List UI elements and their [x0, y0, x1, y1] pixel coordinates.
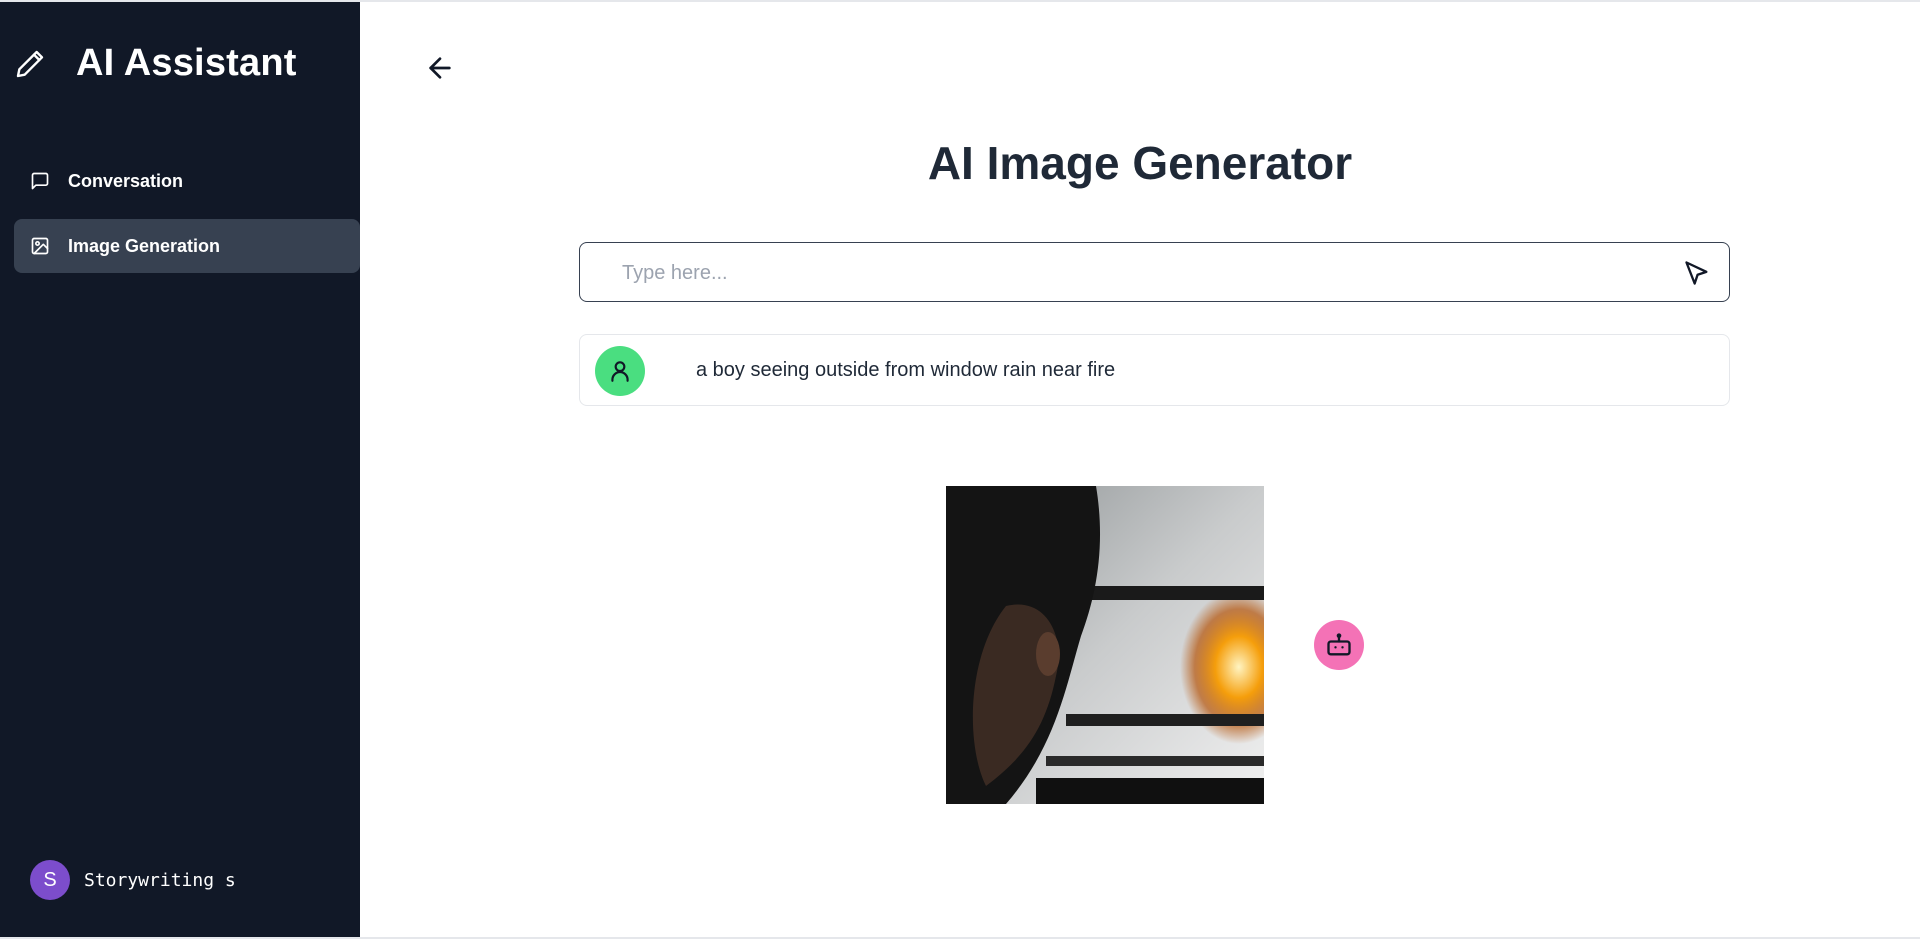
arrow-left-icon[interactable]: [424, 52, 456, 84]
prompt-form: [579, 242, 1730, 303]
sidebar-nav: Conversation Image Generation: [14, 154, 360, 284]
brand: AI Assistant: [14, 42, 297, 85]
page-title: AI Image Generator: [927, 137, 1353, 189]
message-square-icon: [31, 172, 49, 190]
message-text: a boy seeing outside from window rain ne…: [696, 359, 1116, 381]
pencil-icon: [16, 50, 44, 77]
send-cursor-icon[interactable]: [1683, 259, 1711, 287]
avatar: S: [30, 860, 70, 900]
sidebar-item-image-generation[interactable]: Image Generation: [14, 219, 360, 273]
user-icon: [611, 361, 629, 382]
sidebar-item-label: Image Generation: [68, 235, 221, 256]
sidebar: AI Assistant Conversation Image Generati…: [0, 2, 360, 937]
user-message: a boy seeing outside from window rain ne…: [579, 334, 1730, 406]
username: Storywriting s: [84, 869, 236, 891]
image-icon: [31, 237, 49, 255]
user-avatar: [595, 346, 645, 396]
user-profile[interactable]: S Storywriting s: [30, 860, 236, 900]
prompt-input[interactable]: [620, 243, 1664, 303]
sidebar-item-label: Conversation: [68, 170, 184, 191]
bot-avatar: [1314, 620, 1364, 670]
generated-image: [946, 486, 1264, 804]
sidebar-item-conversation[interactable]: Conversation: [14, 154, 360, 208]
bot-icon: [1327, 633, 1351, 656]
app-title: AI Assistant: [76, 42, 297, 84]
